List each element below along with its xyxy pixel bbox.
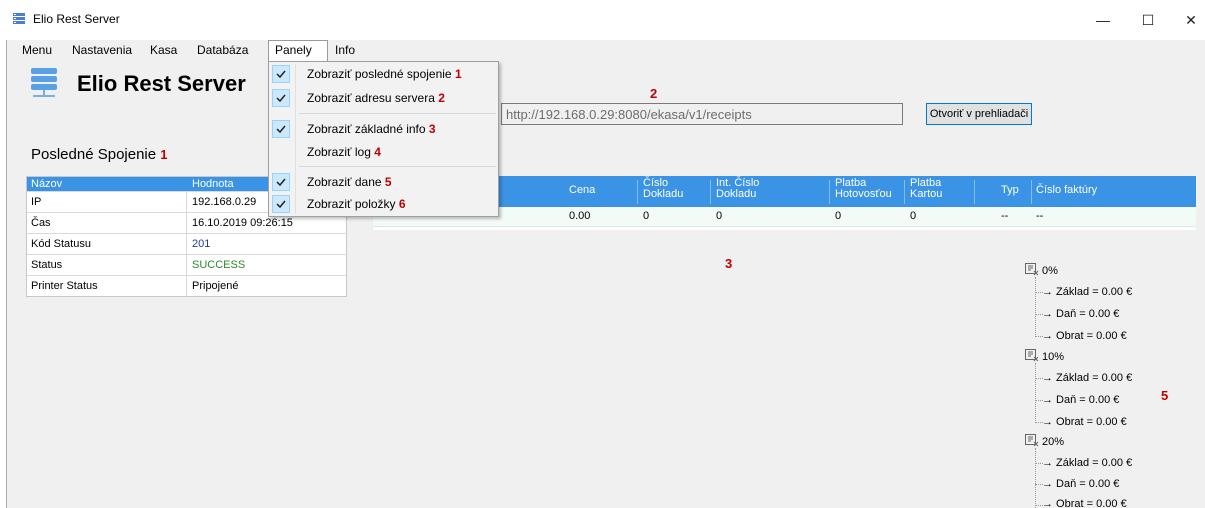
menu-item-label: Zobraziť dane 5 bbox=[307, 175, 392, 189]
menu-item-label: Zobraziť základné info 3 bbox=[307, 122, 436, 136]
menu-item-label: Zobraziť log 4 bbox=[307, 145, 381, 159]
maximize-button[interactable]: ☐ bbox=[1134, 8, 1162, 32]
window-title: Elio Rest Server bbox=[33, 12, 120, 26]
page-title: Elio Rest Server bbox=[77, 71, 246, 96]
tax-group-icon bbox=[1025, 434, 1039, 447]
table-row: Status SUCCESS bbox=[27, 254, 346, 275]
marker-info: 3 bbox=[725, 256, 733, 271]
menu-nastavenia[interactable]: Nastavenia bbox=[72, 43, 132, 57]
tax-turnover: → Obrat = 0.00 € bbox=[1042, 330, 1127, 342]
panels-dropdown-menu: Zobraziť posledné spojenie 1 Zobraziť ad… bbox=[268, 61, 499, 217]
tax-base: → Základ = 0.00 € bbox=[1042, 286, 1133, 298]
cell-price: 0.00 bbox=[569, 210, 591, 222]
tax-amount: → Daň = 0.00 € bbox=[1042, 394, 1120, 406]
menu-item-show-server-address[interactable]: Zobraziť adresu servera 2 bbox=[269, 87, 498, 109]
check-icon bbox=[272, 89, 290, 107]
tax-group-rate: 10% bbox=[1042, 351, 1065, 363]
menu-bar: Menu Nastavenia Kasa Databáza Panely Inf… bbox=[7, 40, 1205, 62]
tax-turnover: → Obrat = 0.00 € bbox=[1042, 416, 1127, 428]
menu-item-label: Zobraziť posledné spojenie 1 bbox=[307, 67, 462, 81]
marker-url: 2 bbox=[650, 86, 658, 101]
tax-base: → Základ = 0.00 € bbox=[1042, 372, 1133, 384]
table-row: Kód Statusu 201 bbox=[27, 233, 346, 254]
menu-item-show-log[interactable]: Zobraziť log 4 bbox=[269, 141, 498, 163]
menu-item-label: Zobraziť položky 6 bbox=[307, 197, 406, 211]
tax-group-rate: 0% bbox=[1042, 265, 1058, 277]
tax-base: → Základ = 0.00 € bbox=[1042, 457, 1133, 469]
check-icon bbox=[272, 173, 290, 191]
tax-group-node[interactable]: 0% bbox=[1025, 263, 1058, 281]
window-border bbox=[0, 40, 7, 508]
menu-item-show-items[interactable]: Zobraziť položky 6 bbox=[269, 193, 498, 215]
tax-group-node[interactable]: 20% bbox=[1025, 434, 1064, 452]
row-name: Kód Statusu bbox=[31, 238, 91, 250]
menu-item-show-taxes[interactable]: Zobraziť dane 5 bbox=[269, 171, 498, 193]
tax-group-icon bbox=[1025, 349, 1039, 362]
column-header-doc-number: Číslo Dokladu bbox=[643, 177, 684, 200]
server-icon bbox=[13, 13, 25, 24]
check-icon bbox=[272, 195, 290, 213]
row-value: 192.168.0.29 bbox=[192, 196, 257, 208]
check-icon bbox=[272, 65, 290, 83]
column-header-price: Cena bbox=[569, 184, 596, 196]
table-row: Printer Status Pripojené bbox=[27, 275, 346, 296]
tax-turnover: → Obrat = 0.00 € bbox=[1042, 498, 1127, 508]
tax-group-icon bbox=[1025, 263, 1039, 276]
minimize-button[interactable]: — bbox=[1089, 8, 1117, 32]
row-value: SUCCESS bbox=[192, 259, 246, 271]
cell-type: -- bbox=[1001, 210, 1009, 222]
row-name: Printer Status bbox=[31, 280, 98, 292]
open-in-browser-button[interactable]: Otvoriť v prehliadači bbox=[926, 103, 1032, 125]
column-header-value: Hodnota bbox=[192, 178, 234, 190]
column-header-int-doc-number: Int. Číslo Dokladu bbox=[716, 177, 760, 200]
row-name: Čas bbox=[31, 217, 51, 229]
server-logo-icon bbox=[31, 68, 57, 97]
menu-kasa[interactable]: Kasa bbox=[150, 43, 177, 57]
row-value: Pripojené bbox=[192, 280, 239, 292]
column-header-invoice-number: Číslo faktúry bbox=[1036, 184, 1098, 196]
cell-int-doc-number: 0 bbox=[716, 210, 723, 222]
menu-menu[interactable]: Menu bbox=[22, 43, 52, 57]
server-url-field[interactable]: http://192.168.0.29:8080/ekasa/v1/receip… bbox=[501, 103, 903, 125]
menu-item-show-last-connection[interactable]: Zobraziť posledné spojenie 1 bbox=[269, 63, 498, 85]
cell-cash-payment: 0 bbox=[835, 210, 842, 222]
last-connection-title-text: Posledné Spojenie bbox=[31, 146, 157, 163]
menu-item-label: Zobraziť adresu servera 2 bbox=[307, 91, 445, 105]
menu-panely[interactable]: Panely bbox=[275, 43, 312, 57]
title-bar: Elio Rest Server — ☐ ✕ bbox=[0, 0, 1205, 40]
tax-amount: → Daň = 0.00 € bbox=[1042, 478, 1120, 490]
column-header-name: Názov bbox=[31, 178, 63, 190]
close-button[interactable]: ✕ bbox=[1177, 8, 1205, 32]
column-header-card-payment: Platba Kartou bbox=[910, 177, 943, 200]
tax-group-rate: 20% bbox=[1042, 436, 1065, 448]
row-name: IP bbox=[31, 196, 42, 208]
tax-tree: 0% → Základ = 0.00 € → Daň = 0.00 € → Ob… bbox=[1025, 262, 1205, 508]
tax-group-node[interactable]: 10% bbox=[1025, 349, 1064, 367]
check-icon bbox=[272, 120, 290, 138]
last-connection-title: Posledné Spojenie 1 bbox=[31, 146, 168, 163]
row-name: Status bbox=[31, 259, 63, 271]
row-value: 201 bbox=[192, 238, 211, 250]
menu-item-show-basic-info[interactable]: Zobraziť základné info 3 bbox=[269, 118, 498, 140]
tax-amount: → Daň = 0.00 € bbox=[1042, 308, 1120, 320]
cell-doc-number: 0 bbox=[643, 210, 650, 222]
marker-last-connection: 1 bbox=[160, 147, 168, 162]
column-header-type: Typ bbox=[1001, 184, 1019, 196]
menu-databaza[interactable]: Databáza bbox=[197, 43, 248, 57]
cell-card-payment: 0 bbox=[910, 210, 917, 222]
column-header-cash-payment: Platba Hotovosťou bbox=[835, 177, 892, 200]
cell-invoice-number: -- bbox=[1036, 210, 1044, 222]
menu-info[interactable]: Info bbox=[335, 43, 355, 57]
